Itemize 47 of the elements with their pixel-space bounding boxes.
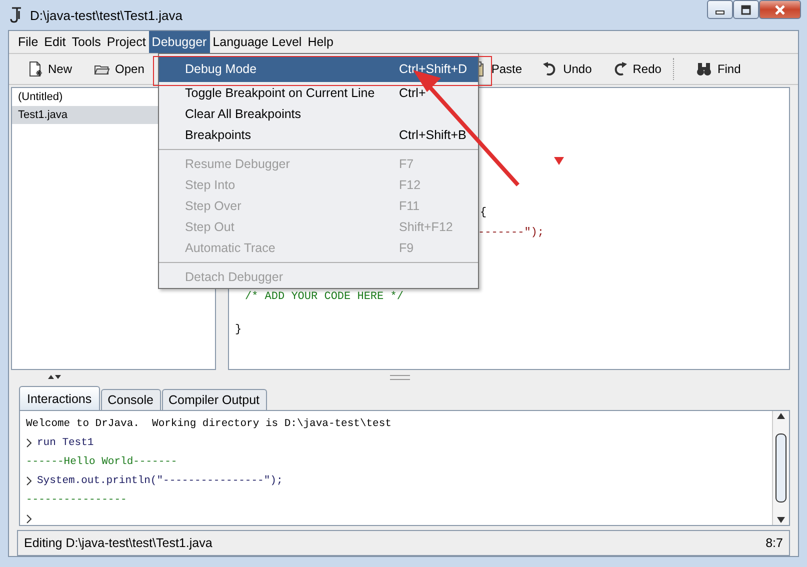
scroll-thumb [775, 433, 787, 503]
toolbar-button[interactable]: Redo [608, 58, 666, 80]
status-message: Editing D:\java-test\test\Test1.java [24, 536, 212, 550]
close-button[interactable] [759, 0, 801, 19]
close-icon [773, 4, 787, 14]
tab[interactable]: Console [100, 389, 160, 410]
toolbar-button[interactable]: Find [692, 58, 745, 80]
cursor-position: 8:7 [766, 536, 783, 550]
output-text: ------Hello World------- [26, 456, 178, 468]
command-text: run Test1 [37, 436, 94, 448]
menu-item[interactable]: Edit [41, 31, 69, 53]
prompt-icon [26, 438, 32, 448]
app-logo-icon [8, 6, 24, 24]
prompt-icon [26, 476, 32, 486]
maximize-icon [740, 4, 752, 14]
triangle-marker-icon [553, 156, 565, 166]
code-comment: /* ADD YOUR CODE HERE */ [245, 290, 404, 303]
output-text: ---------------- [26, 494, 127, 506]
scroll-down-icon [776, 515, 786, 525]
window-title: D:\java-test\test\Test1.java [30, 8, 184, 22]
menu-item[interactable]: File [15, 31, 42, 53]
maximize-button[interactable] [733, 0, 759, 19]
code-line: { [480, 207, 487, 219]
toolbar-button[interactable]: Undo [538, 58, 596, 80]
scrollbar[interactable] [772, 411, 789, 525]
command-text: System.out.println("----------------"); [37, 474, 283, 486]
scroll-up-icon [776, 411, 786, 421]
menu-item[interactable]: Project [104, 31, 149, 53]
menu-item[interactable]: Tools [68, 31, 104, 53]
code-line: -------"); [478, 226, 544, 238]
menu-item[interactable]: Debugger [148, 31, 210, 53]
prompt-icon [26, 514, 32, 524]
minimize-button[interactable] [707, 0, 733, 19]
menu-item[interactable]: Breakpoints Ctrl+Shift+B [159, 124, 478, 145]
toolbar-button[interactable]: Open [90, 58, 148, 80]
tab[interactable]: Interactions [19, 386, 100, 410]
code-line: } [235, 324, 242, 336]
menu-item[interactable]: Help [304, 31, 336, 53]
menu-item[interactable]: Language Level [210, 31, 305, 53]
collapse-arrows-icon [47, 373, 61, 381]
binoculars-icon [696, 61, 712, 77]
menu-item[interactable]: Toggle Breakpoint on Current Line Ctrl+ [159, 82, 478, 103]
tab[interactable]: Compiler Output [162, 389, 267, 410]
new-document-icon [27, 61, 43, 77]
toolbar-button[interactable]: New [23, 58, 76, 80]
output-text: Welcome to DrJava. Working directory is D:\java-test\test [26, 418, 392, 430]
menu-item[interactable]: Debug Mode Ctrl+Shift+D [159, 56, 478, 82]
